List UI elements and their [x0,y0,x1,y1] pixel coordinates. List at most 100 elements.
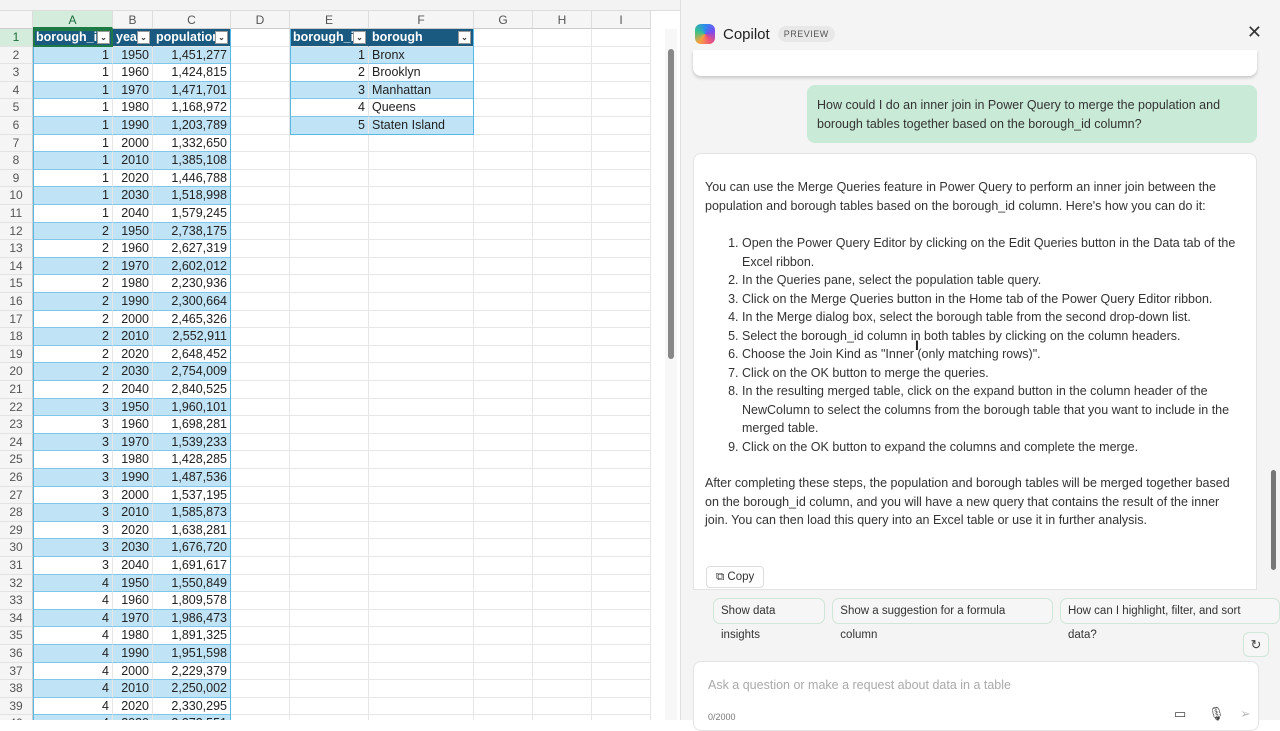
table-cell[interactable]: 1 [33,152,113,170]
table-cell[interactable]: 4 [33,627,113,645]
cell[interactable] [231,662,290,681]
row-header[interactable]: 31 [0,557,33,575]
column-header-B[interactable]: B [113,11,153,29]
cell[interactable] [290,257,369,276]
row-header[interactable]: 7 [0,134,33,153]
row-header[interactable]: 32 [0,574,33,593]
column-header-F[interactable]: F [369,11,474,29]
cell[interactable] [231,222,290,241]
cell[interactable] [474,680,533,698]
table-cell[interactable]: 1,951,598 [153,645,231,663]
filter-dropdown-icon[interactable]: ⌄ [353,31,366,44]
cell[interactable] [533,398,592,417]
cell[interactable] [290,398,369,417]
table-cell[interactable]: 1990 [113,117,153,135]
table-cell[interactable]: 1,168,972 [153,99,231,117]
cell[interactable] [533,592,592,610]
table-cell[interactable]: 2 [33,328,113,346]
table-cell[interactable]: 3 [33,469,113,487]
table-header-cell[interactable]: borough_id ⌄ [290,29,369,47]
table-cell[interactable]: 3 [33,504,113,522]
cell[interactable] [533,627,592,645]
cell[interactable] [231,99,290,117]
cell[interactable] [533,240,592,258]
table-cell[interactable]: 2010 [113,328,153,346]
table-cell[interactable]: 1990 [113,469,153,487]
cell[interactable] [592,64,651,82]
cell[interactable] [231,328,290,346]
cell[interactable] [592,29,651,47]
cell[interactable] [533,416,592,434]
cell[interactable] [474,134,533,153]
cell[interactable] [290,293,369,311]
cell[interactable] [474,29,533,47]
table-header-cell[interactable]: borough ⌄ [369,29,474,47]
cell[interactable] [369,574,474,593]
table-cell[interactable]: 3 [33,398,113,417]
cell[interactable] [474,433,533,452]
table-cell[interactable]: 2,372,551 [153,715,231,720]
cell[interactable] [369,469,474,487]
cell[interactable] [474,662,533,681]
cell[interactable] [592,645,651,663]
cell[interactable] [474,398,533,417]
column-header-A[interactable]: A [33,11,113,29]
cell[interactable] [231,169,290,188]
row-header[interactable]: 23 [0,416,33,434]
table-cell[interactable]: 2,300,664 [153,293,231,311]
row-header[interactable]: 34 [0,609,33,628]
cell[interactable] [533,451,592,469]
cell[interactable] [474,645,533,663]
cell[interactable] [474,521,533,540]
cell[interactable] [592,521,651,540]
table-cell[interactable]: 1,986,473 [153,609,231,628]
table-cell[interactable]: 4 [33,645,113,663]
close-icon[interactable]: ✕ [1247,22,1262,43]
table-cell[interactable]: 1980 [113,451,153,469]
cell[interactable] [533,433,592,452]
table-cell[interactable]: 2 [33,310,113,329]
cell[interactable] [592,451,651,469]
cell[interactable] [474,293,533,311]
table-cell[interactable]: 1,471,701 [153,81,231,100]
cell[interactable] [369,152,474,170]
table-cell[interactable]: 1950 [113,46,153,65]
filter-dropdown-icon[interactable]: ⌄ [458,31,471,44]
cell[interactable] [290,469,369,487]
cell[interactable] [474,64,533,82]
table-cell[interactable]: 1 [33,81,113,100]
table-cell[interactable]: 1970 [113,81,153,100]
cell[interactable] [290,345,369,364]
table-cell[interactable]: 1950 [113,574,153,593]
column-header-D[interactable]: D [231,11,290,29]
row-header[interactable]: 25 [0,451,33,469]
table-cell[interactable]: 1,203,789 [153,117,231,135]
cell[interactable] [592,81,651,100]
suggestion-chip[interactable]: Show a suggestion for a formula column [832,598,1053,641]
cell[interactable] [592,117,651,135]
cell[interactable] [290,187,369,205]
cell[interactable] [474,363,533,381]
cell[interactable] [369,310,474,329]
table-cell[interactable]: 1,809,578 [153,592,231,610]
cell[interactable] [290,416,369,434]
row-header[interactable]: 14 [0,257,33,276]
row-header[interactable]: 24 [0,433,33,452]
cell[interactable] [369,645,474,663]
cell[interactable] [231,257,290,276]
cell[interactable] [290,609,369,628]
cell[interactable] [231,381,290,399]
cell[interactable] [369,451,474,469]
table-cell[interactable]: 2020 [113,345,153,364]
cell[interactable] [369,715,474,720]
cell[interactable] [592,504,651,522]
table-cell[interactable]: 1960 [113,64,153,82]
table-cell[interactable]: 1950 [113,222,153,241]
table-cell[interactable]: 2020 [113,169,153,188]
table-cell[interactable]: 1 [33,205,113,223]
cell[interactable] [474,609,533,628]
vertical-scrollbar[interactable] [665,29,677,720]
cell[interactable] [231,627,290,645]
cell[interactable] [533,345,592,364]
row-header[interactable]: 3 [0,64,33,82]
